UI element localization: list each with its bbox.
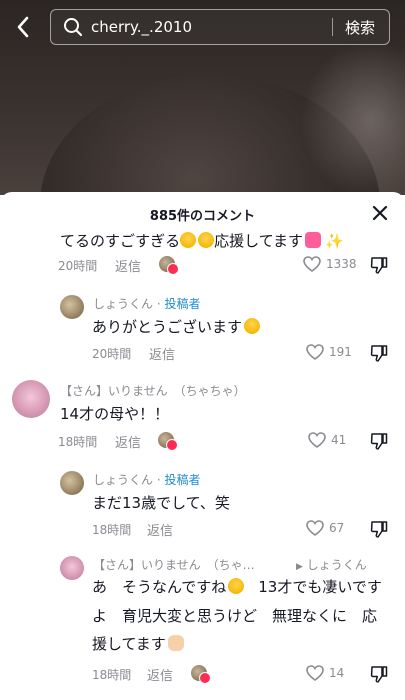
like-count: 14 <box>329 666 345 680</box>
reply-button[interactable]: 返信 <box>149 344 175 363</box>
thumbs-down-icon[interactable] <box>370 344 388 362</box>
comment-text: まだ13歳でして、笑 <box>92 494 230 512</box>
search-bar[interactable]: cherry._.2010 検索 <box>50 9 390 45</box>
comment-author[interactable]: 【さん】いりません （ちゃ… <box>93 556 255 573</box>
comments-count-title: 885件のコメント <box>149 209 256 224</box>
comment-time: 18時間 <box>92 668 132 682</box>
crying-emoji-icon <box>244 318 261 334</box>
reply-arrow-icon: ▶ <box>296 562 303 572</box>
crying-emoji-icon <box>180 232 197 248</box>
comment-author[interactable]: しょうくん · 投稿者 <box>93 295 200 312</box>
reply-button[interactable]: 返信 <box>115 432 141 451</box>
heart-outline-icon <box>306 665 324 681</box>
heart-emoji-icon <box>304 232 321 248</box>
thumbs-down-icon[interactable] <box>370 665 388 683</box>
reply-button[interactable]: 返信 <box>147 665 173 684</box>
like-count: 191 <box>329 345 352 359</box>
like-count: 1338 <box>326 257 357 271</box>
comment-author[interactable]: しょうくん · 投稿者 <box>93 471 200 488</box>
heart-outline-icon <box>306 520 324 536</box>
comment-item: てるのすごすぎる 応援してます ✨ <box>60 230 390 251</box>
search-button[interactable]: 検索 <box>345 17 375 38</box>
creator-liked-badge <box>159 256 179 276</box>
video-light <box>300 40 405 195</box>
search-icon <box>62 16 84 38</box>
comments-header: 885件のコメント <box>0 192 405 234</box>
like-button[interactable]: 67 <box>306 520 344 536</box>
heart-outline-icon <box>303 256 321 272</box>
comment-text-line-2: よ 育児大変と思うけど 無理なくに 応 <box>92 607 378 625</box>
creator-liked-badge <box>158 432 178 452</box>
search-divider <box>331 18 333 36</box>
comment-time: 20時間 <box>58 259 98 273</box>
thumbs-down-icon[interactable] <box>370 520 388 538</box>
flexed-biceps-emoji-icon <box>167 635 184 651</box>
comment-text: ありがとうございます <box>92 316 261 337</box>
like-count: 41 <box>331 433 347 447</box>
sweat-smile-emoji-icon <box>228 578 245 594</box>
like-button[interactable]: 1338 <box>303 256 357 272</box>
top-bar: cherry._.2010 検索 <box>0 0 405 56</box>
thumbs-down-icon[interactable] <box>370 256 388 274</box>
comment-author[interactable]: 【さん】いりません （ちゃちゃ） <box>60 382 246 399</box>
avatar[interactable] <box>12 380 50 418</box>
reply-target[interactable]: ▶ しょうくん <box>296 556 367 573</box>
like-count: 67 <box>329 521 345 535</box>
comment-text: あ そうなんですね 13才でも凄いです <box>92 578 382 596</box>
comment-text-line-3: 援してます <box>92 633 184 654</box>
avatar[interactable] <box>60 556 84 580</box>
creator-liked-badge <box>191 665 211 685</box>
like-button[interactable]: 41 <box>308 432 346 448</box>
close-icon[interactable] <box>371 204 389 222</box>
author-badge: 投稿者 <box>164 297 201 311</box>
heart-outline-icon <box>308 432 326 448</box>
reply-button[interactable]: 返信 <box>115 256 141 275</box>
heart-outline-icon <box>306 344 324 360</box>
comment-time: 20時間 <box>92 347 132 361</box>
comment-time: 18時間 <box>58 435 98 449</box>
author-badge: 投稿者 <box>164 473 201 487</box>
sparkle-emoji-icon: ✨ <box>324 232 344 250</box>
comments-panel: 885件のコメント てるのすごすぎる 応援してます ✨ 20時間 返信 1338 し… <box>0 192 405 700</box>
back-button[interactable] <box>10 12 36 42</box>
reply-button[interactable]: 返信 <box>147 520 173 539</box>
chevron-left-icon <box>17 16 29 38</box>
comment-text: 14才の母や！！ <box>60 405 170 423</box>
thumbs-down-icon[interactable] <box>370 432 388 450</box>
like-button[interactable]: 14 <box>306 665 344 681</box>
comment-time: 18時間 <box>92 523 132 537</box>
like-button[interactable]: 191 <box>306 344 352 360</box>
search-query[interactable]: cherry._.2010 <box>91 18 332 36</box>
comment-text: てるのすごすぎる 応援してます ✨ <box>60 232 344 250</box>
avatar[interactable] <box>60 471 84 495</box>
avatar[interactable] <box>60 295 84 319</box>
crying-emoji-icon <box>198 232 215 248</box>
